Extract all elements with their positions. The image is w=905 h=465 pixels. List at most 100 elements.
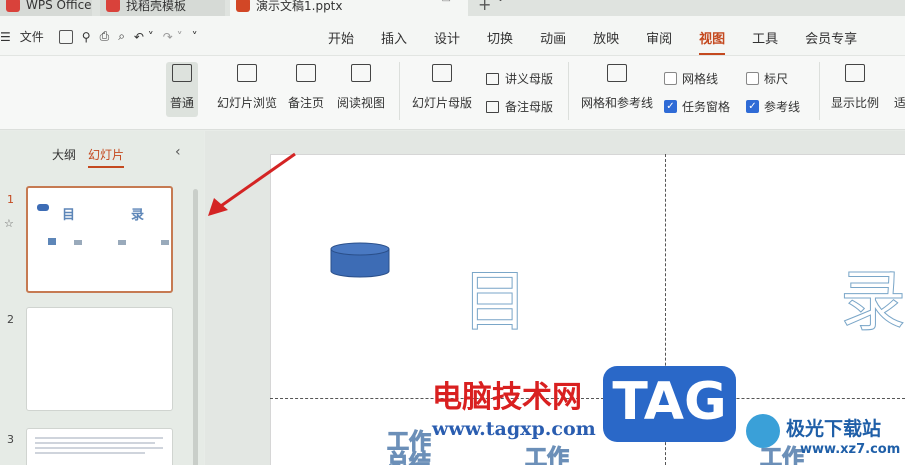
slide-title-right[interactable]: 录 [840, 248, 905, 344]
tab-presentation[interactable]: 演示文稿1.pptx ▭ • [230, 0, 468, 16]
slide-title-left[interactable]: 目 [462, 248, 529, 344]
thumb-item [74, 240, 82, 245]
menu-bar: ☰ 文件 ⚲ ⎙ ⌕ ↶ ˅ ↷ ˅ ˅ 开始 插入 设计 切换 动画 放映 审… [0, 16, 905, 56]
tab-home[interactable]: 开始 [328, 28, 354, 47]
menu-icon[interactable]: ☰ [0, 30, 11, 44]
ruler-checkbox[interactable]: 标尺 [746, 70, 788, 87]
notes-master-button[interactable]: 备注母版 [486, 98, 553, 115]
handout-master-button[interactable]: 讲义母版 [486, 70, 553, 87]
tab-tools[interactable]: 工具 [752, 28, 778, 47]
tab-animation[interactable]: 动画 [540, 28, 566, 47]
more-icon[interactable]: ˅ [192, 30, 198, 44]
tab-transitions[interactable]: 切换 [487, 28, 513, 47]
ribbon-tabs: 开始 插入 设计 切换 动画 放映 审阅 视图 工具 会员专享 [328, 28, 884, 55]
notes-master-label: 备注母版 [505, 100, 554, 114]
thumb-title-left: 目 [62, 208, 76, 223]
tab-label: 找稻壳模板 [126, 0, 187, 13]
tab-view[interactable]: 视图 [699, 28, 726, 55]
watermark-right-url: www.xz7.com [800, 442, 901, 457]
view-ribbon: 普通 幻灯片浏览 备注页 阅读视图 幻灯片母版 讲义母版 备注母版 网格和参考线… [0, 56, 905, 130]
guides-label: 参考线 [764, 100, 801, 114]
notes-master-icon [486, 100, 499, 113]
tab-close-icon[interactable]: ▭ • [441, 0, 460, 5]
grid-guides-icon [607, 64, 627, 82]
slide-number: 2 [7, 313, 14, 326]
handout-master-label: 讲义母版 [505, 72, 554, 86]
slide-browse-label: 幻灯片浏览 [217, 96, 278, 110]
guides-checkbox[interactable]: ✓ 参考线 [746, 98, 800, 115]
watermark-url: www.tagxp.com [432, 418, 596, 440]
master-edit-icon [432, 64, 452, 82]
tab-design[interactable]: 设计 [434, 28, 460, 47]
slide-thumbnail-3[interactable] [26, 428, 173, 465]
file-menu[interactable]: 文件 [20, 28, 44, 45]
zoom-button[interactable]: 显示比例 [831, 64, 879, 111]
watermark-right-name: 极光下载站 [786, 418, 882, 440]
undo-icon[interactable]: ↶ ˅ [134, 30, 154, 44]
collapse-pane-icon[interactable]: ‹ [175, 144, 181, 160]
cylinder-shape-icon [37, 204, 49, 211]
annotation-arrow-icon [208, 152, 296, 216]
tab-wps-office[interactable]: WPS Office [0, 0, 92, 16]
tab-template[interactable]: 找稻壳模板 [100, 0, 225, 16]
pane-scrollbar[interactable] [193, 189, 198, 465]
new-tab-icon[interactable]: + ˅ [478, 0, 505, 14]
ribbon-divider [399, 62, 400, 120]
ppt-icon [236, 0, 250, 12]
outline-tab[interactable]: 大纲 [52, 146, 76, 163]
slide-item-2[interactable]: 工作 [524, 440, 569, 465]
slide-number: 1 [7, 193, 14, 206]
notes-icon [296, 64, 316, 82]
tag-logo-text: TAG [612, 372, 727, 432]
task-pane-label: 任务窗格 [682, 100, 731, 114]
tab-member[interactable]: 会员专享 [805, 28, 857, 47]
share-icon[interactable]: ⚲ [82, 30, 91, 44]
notes-page-label: 备注页 [288, 96, 325, 110]
horizontal-guide-line[interactable] [270, 398, 905, 399]
ruler-label: 标尺 [764, 72, 789, 86]
print-icon[interactable]: ⎙ [100, 29, 110, 44]
aurora-logo-icon [746, 414, 780, 448]
normal-view-label: 普通 [170, 96, 195, 110]
slide-master-label: 幻灯片母版 [412, 96, 473, 110]
gridlines-label: 网格线 [682, 72, 719, 86]
checkbox-checked-icon: ✓ [664, 100, 677, 113]
gridlines-checkbox[interactable]: 网格线 [664, 70, 718, 87]
task-pane-checkbox[interactable]: ✓ 任务窗格 [664, 98, 730, 115]
cylinder-shape[interactable] [330, 242, 390, 278]
tab-review[interactable]: 审阅 [646, 28, 672, 47]
slide-item-1-bottom[interactable]: 总结 [386, 445, 431, 465]
star-icon[interactable]: ☆ [4, 217, 14, 230]
tab-label: 演示文稿1.pptx [256, 0, 343, 13]
slide-browse-button[interactable]: 幻灯片浏览 [217, 64, 277, 111]
thumb-item [161, 240, 169, 245]
slide-master-button[interactable]: 幻灯片母版 [412, 64, 472, 111]
ribbon-divider [819, 62, 820, 120]
tab-slideshow[interactable]: 放映 [593, 28, 619, 47]
fit-button[interactable]: 适 [890, 64, 905, 111]
tab-insert[interactable]: 插入 [381, 28, 407, 47]
thumb-item [48, 238, 56, 245]
grid-icon [237, 64, 257, 82]
document-tab-bar: WPS Office 找稻壳模板 演示文稿1.pptx ▭ • + ˅ [0, 0, 905, 16]
fit-label: 适 [893, 96, 905, 110]
slides-tab[interactable]: 幻灯片 [88, 146, 125, 168]
normal-view-button[interactable]: 普通 [166, 62, 199, 117]
checkbox-unchecked-icon [746, 72, 759, 85]
redo-icon[interactable]: ↷ ˅ [163, 30, 183, 44]
slide-thumbnail-1[interactable]: 目 录 [26, 186, 173, 293]
reading-view-button[interactable]: 阅读视图 [337, 64, 385, 111]
tag-logo: TAG [603, 366, 736, 442]
handout-icon [486, 72, 499, 85]
notes-page-button[interactable]: 备注页 [288, 64, 324, 111]
slide-thumbnail-2[interactable] [26, 307, 173, 411]
save-icon[interactable] [58, 29, 73, 44]
thumb-text-line [35, 452, 145, 454]
app-window: WPS Office 找稻壳模板 演示文稿1.pptx ▭ • + ˅ ☰ 文件… [0, 0, 905, 465]
thumb-text-line [35, 442, 155, 444]
print-preview-icon[interactable]: ⌕ [118, 29, 125, 44]
watermark-site-name: 电脑技术网 [432, 380, 582, 415]
grid-guides-button[interactable]: 网格和参考线 [581, 64, 653, 111]
slide-number: 3 [7, 433, 14, 446]
checkbox-checked-icon: ✓ [746, 100, 759, 113]
